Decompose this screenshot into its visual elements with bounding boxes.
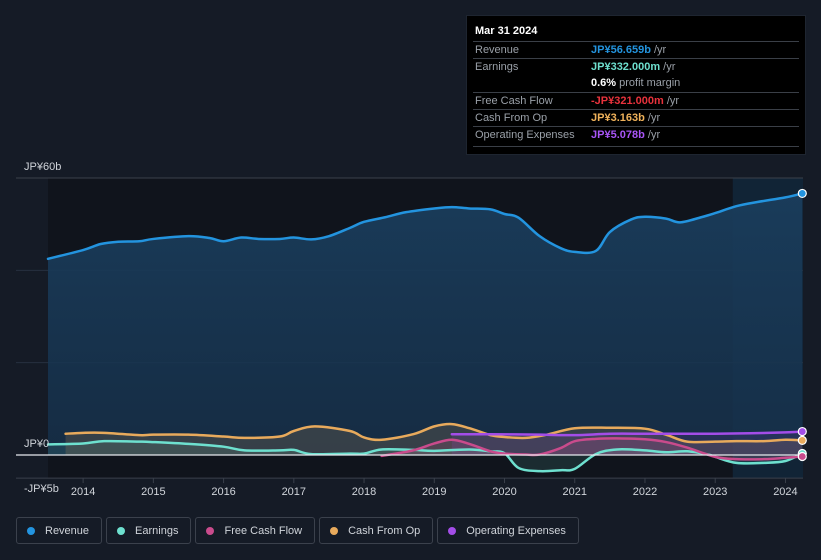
legend-item-free-cash-flow[interactable]: Free Cash Flow bbox=[195, 517, 316, 544]
tooltip-row-value: JP¥332.000m /yr bbox=[591, 61, 675, 73]
tooltip-row: 0.6% profit margin bbox=[473, 75, 799, 92]
tooltip-value-suffix: /yr bbox=[663, 95, 680, 107]
legend-dot-icon bbox=[117, 526, 126, 535]
x-tick-label: 2021 bbox=[563, 486, 587, 498]
tooltip-value-text: 0.6% bbox=[591, 77, 617, 89]
tooltip-row: Free Cash Flow -JP¥321.000m /yr bbox=[473, 92, 799, 110]
tooltip-value-suffix: /yr bbox=[650, 44, 667, 56]
tooltip-row: Cash From Op JP¥3.163b /yr bbox=[473, 109, 799, 127]
tooltip-row-label: Revenue bbox=[475, 44, 520, 56]
x-tick-label: 2024 bbox=[773, 486, 797, 498]
tooltip-row-label: Earnings bbox=[475, 61, 519, 73]
tooltip-divider bbox=[473, 146, 799, 147]
x-tick-label: 2015 bbox=[141, 486, 165, 498]
tooltip-row-label: Free Cash Flow bbox=[475, 95, 553, 107]
tooltip-row-label: Cash From Op bbox=[475, 112, 548, 124]
x-tick-label: 2018 bbox=[352, 486, 376, 498]
tooltip-row-value: JP¥3.163b /yr bbox=[591, 112, 660, 124]
legend-dot-icon bbox=[27, 526, 35, 535]
legend-item-earnings[interactable]: Earnings bbox=[106, 517, 192, 544]
free-cash-flow-endpoint bbox=[797, 451, 807, 462]
tooltip-value-text: JP¥56.659b bbox=[591, 44, 651, 56]
x-tick-label: 2019 bbox=[422, 486, 446, 498]
tooltip-value-suffix: /yr bbox=[644, 112, 661, 124]
tooltip-row: Operating Expenses JP¥5.078b /yr bbox=[473, 126, 799, 144]
cash-from-op-endpoint bbox=[797, 435, 807, 446]
x-tick-label: 2017 bbox=[282, 486, 306, 498]
tooltip-row: Revenue JP¥56.659b /yr bbox=[473, 41, 799, 59]
tooltip-value-text: JP¥3.163b bbox=[591, 112, 645, 124]
legend-label: Free Cash Flow bbox=[224, 524, 303, 537]
legend-dot-icon bbox=[206, 526, 215, 535]
y-tick-label: JP¥0 bbox=[24, 438, 49, 450]
tooltip-row: Earnings JP¥332.000m /yr bbox=[473, 58, 799, 76]
tooltip-row-value: 0.6% profit margin bbox=[591, 77, 680, 89]
legend-item-cash-from-op[interactable]: Cash From Op bbox=[319, 517, 434, 544]
tooltip-value-suffix: /yr bbox=[644, 129, 661, 141]
x-tick-label: 2022 bbox=[633, 486, 657, 498]
legend-label: Operating Expenses bbox=[466, 524, 566, 537]
x-tick-label: 2023 bbox=[703, 486, 727, 498]
tooltip-date: Mar 31 2024 bbox=[475, 25, 538, 37]
tooltip-value-text: JP¥332.000m bbox=[591, 61, 661, 73]
tooltip-row-value: JP¥56.659b /yr bbox=[591, 44, 666, 56]
tooltip-row-value: JP¥5.078b /yr bbox=[591, 129, 660, 141]
x-tick-label: 2014 bbox=[71, 486, 95, 498]
revenue-endpoint bbox=[797, 188, 807, 199]
legend-item-revenue[interactable]: Revenue bbox=[16, 517, 103, 544]
legend-label: Earnings bbox=[135, 524, 179, 537]
tooltip-row-value: -JP¥321.000m /yr bbox=[591, 95, 679, 107]
tooltip-panel: Mar 31 2024 Revenue JP¥56.659b /yr Earning… bbox=[466, 15, 806, 155]
x-tick-label: 2016 bbox=[211, 486, 235, 498]
legend-item-operating-expenses[interactable]: Operating Expenses bbox=[437, 517, 579, 544]
legend-label: Revenue bbox=[45, 524, 90, 537]
tooltip-value-text: JP¥5.078b bbox=[591, 129, 645, 141]
y-tick-label: -JP¥5b bbox=[24, 483, 59, 495]
legend-label: Cash From Op bbox=[348, 524, 421, 537]
y-tick-label: JP¥60b bbox=[24, 161, 61, 173]
tooltip-value-suffix: profit margin bbox=[616, 77, 681, 89]
tooltip-value-suffix: /yr bbox=[660, 61, 676, 73]
x-tick-label: 2020 bbox=[492, 486, 516, 498]
tooltip-value-text: -JP¥321.000m bbox=[591, 95, 664, 107]
legend-dot-icon bbox=[448, 526, 457, 535]
tooltip-row-label: Operating Expenses bbox=[475, 129, 575, 141]
operating-expenses-endpoint bbox=[797, 426, 807, 437]
chart-legend: Revenue Earnings Free Cash Flow Cash From O… bbox=[16, 517, 579, 546]
legend-dot-icon bbox=[330, 526, 339, 535]
